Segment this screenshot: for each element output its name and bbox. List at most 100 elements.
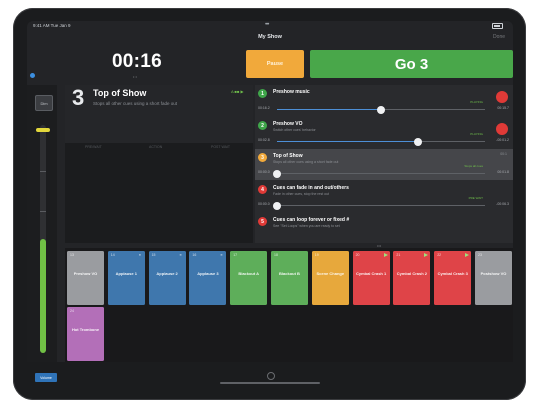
- cart-tile[interactable]: 16 Applause 3 ≡: [189, 251, 227, 305]
- current-cue-description: Stops all other cues using a short fade …: [93, 101, 178, 106]
- cue-number-badge: 5: [258, 217, 267, 226]
- status-time: 9:41 AM Tue Jan 9: [33, 23, 71, 28]
- play-icon: [383, 253, 388, 257]
- volume-button[interactable]: Volume: [35, 373, 57, 382]
- cue-elapsed-time: 00:00.0: [258, 202, 270, 206]
- cue-scrub-knob[interactable]: [273, 170, 281, 178]
- cue-title: Preshow music: [273, 89, 310, 95]
- cue-scrub-knob[interactable]: [377, 106, 385, 114]
- cart-tile[interactable]: 13 Preshow VO: [67, 251, 104, 305]
- cue-state: PLAYING: [470, 132, 483, 136]
- master-volume-level: [40, 239, 46, 353]
- cue-row[interactable]: 1 Preshow music PLAYING 00:16.2 00:15.7: [255, 85, 513, 116]
- cue-elapsed-time: 00:00.0: [258, 170, 270, 174]
- pause-button[interactable]: Pause: [246, 50, 304, 78]
- cue-progress-fill: [277, 140, 419, 143]
- tile-label: Blackout B: [279, 271, 300, 276]
- cue-title: Cues can loop forever or fixed #: [273, 217, 350, 223]
- cue-subtitle: Stops all other cues using a short fade …: [273, 160, 339, 164]
- cart-tile[interactable]: 23 Postshow VO: [475, 251, 512, 305]
- tile-number: 21: [396, 253, 401, 257]
- stop-cue-button[interactable]: [496, 91, 508, 103]
- cue-progress-track[interactable]: [277, 205, 485, 206]
- tile-label: Scene Change: [316, 271, 345, 276]
- cart-tile[interactable]: 17 Blackout A: [230, 251, 268, 305]
- tile-number: 22: [437, 253, 442, 257]
- cue-title: Top of Show: [273, 153, 303, 159]
- home-icon[interactable]: [267, 372, 275, 380]
- cart-tile[interactable]: 14 Applause 1 ≡: [107, 251, 145, 305]
- tile-number: 17: [233, 253, 238, 257]
- tile-number: 19: [314, 253, 319, 257]
- tile-label: Cymbal Crash 2: [396, 271, 427, 276]
- status-bar: 9:41 AM Tue Jan 9 •••: [27, 21, 513, 30]
- cart-tile[interactable]: 20 Cymbal Crash 1: [352, 251, 390, 305]
- done-button[interactable]: Done: [493, 34, 505, 40]
- tile-number: 18: [274, 253, 278, 257]
- tile-label: Cymbal Crash 3: [437, 271, 468, 276]
- cue-state: PLAYING: [470, 100, 483, 104]
- info-icon[interactable]: [30, 73, 35, 78]
- column-action: ACTION: [149, 145, 163, 149]
- show-name: My Show: [258, 34, 282, 40]
- cue-row[interactable]: 4 Cues can fade in and out/others Fade in …: [255, 181, 513, 212]
- current-cue-title: Top of Show: [93, 88, 147, 98]
- cue-remaining-time: -00:01.2: [496, 138, 509, 142]
- cue-number-badge: 2: [258, 121, 267, 130]
- tile-label: Applause 3: [197, 271, 219, 276]
- stop-cue-button[interactable]: [496, 123, 508, 135]
- cue-row[interactable]: 2 Preshow VO Switch other cues' behavior PL…: [255, 117, 513, 148]
- tile-number: 24: [70, 309, 74, 313]
- cart-tile[interactable]: 18 Blackout B: [271, 251, 308, 305]
- cue-remaining-time: -00:06.3: [496, 202, 509, 206]
- cue-subtitle: Fade in other cues, stop the rest out: [273, 192, 330, 196]
- tile-number: 20: [355, 253, 360, 257]
- cart-tile[interactable]: 19 Scene Change: [311, 251, 349, 305]
- tile-label: Preshow VO: [73, 271, 98, 276]
- cue-row[interactable]: 5 Cues can loop forever or fixed # See "Se…: [255, 213, 513, 244]
- volume-icon: ≡: [179, 253, 182, 257]
- tile-label: Cymbal Crash 1: [355, 271, 387, 276]
- cart-tile[interactable]: 22 Cymbal Crash 3: [434, 251, 472, 305]
- tile-label: Blackout A: [238, 271, 260, 276]
- tile-label: Hot Trombone: [71, 327, 100, 332]
- volume-icon: ≡: [220, 253, 223, 257]
- cue-title: Cues can fade in and out/others: [273, 185, 349, 191]
- volume-tick: [40, 171, 46, 172]
- tile-label: Postshow VO: [480, 271, 507, 276]
- cue-row[interactable]: 3 Top of Show Stops all other cues using a…: [255, 149, 513, 180]
- current-cue-number: 3: [72, 85, 85, 110]
- cart-tile[interactable]: 21 Cymbal Crash 2: [393, 251, 431, 305]
- go-button[interactable]: Go 3: [310, 50, 513, 78]
- cue-top-time: 00:1: [500, 152, 507, 156]
- master-volume-knob[interactable]: [36, 128, 50, 132]
- cue-elapsed-time: 00:02.8: [258, 138, 270, 142]
- cue-number-badge: 3: [258, 153, 267, 162]
- column-pre-wait: PRE/WAIT: [85, 145, 102, 149]
- current-cue-status: A ■■ ▶: [231, 89, 244, 94]
- home-indicator[interactable]: [220, 382, 320, 384]
- dim-button[interactable]: Dim: [35, 95, 53, 111]
- cart-tile[interactable]: 24 Hot Trombone: [67, 307, 104, 361]
- play-icon: [424, 253, 429, 257]
- cue-columns: PRE/WAIT ACTION POST WAIT: [65, 143, 253, 151]
- cue-elapsed-time: 00:16.2: [258, 106, 270, 110]
- cue-progress-track[interactable]: [277, 173, 485, 174]
- cue-state: PRE WAIT: [468, 196, 483, 200]
- multitask-dots[interactable]: •••: [265, 22, 269, 28]
- play-icon: [465, 253, 470, 257]
- tile-number: 13: [70, 253, 74, 257]
- elapsed-clock: 00:16: [111, 51, 163, 72]
- tile-number: 16: [192, 253, 197, 257]
- cue-scrub-knob[interactable]: [414, 138, 423, 146]
- volume-icon: ≡: [138, 253, 141, 257]
- page-dots: • •: [133, 74, 137, 79]
- volume-tick: [40, 211, 46, 212]
- cue-subtitle: See "Set Loops" when you are ready to se…: [273, 224, 340, 228]
- cart-tile[interactable]: 15 Applause 2 ≡: [148, 251, 186, 305]
- tile-label: Applause 1: [115, 271, 137, 276]
- cue-remaining-time: 00:01.8: [497, 170, 509, 174]
- cue-state: Stops all cues: [464, 164, 483, 168]
- cue-scrub-knob[interactable]: [273, 202, 281, 210]
- cue-title: Preshow VO: [273, 121, 303, 127]
